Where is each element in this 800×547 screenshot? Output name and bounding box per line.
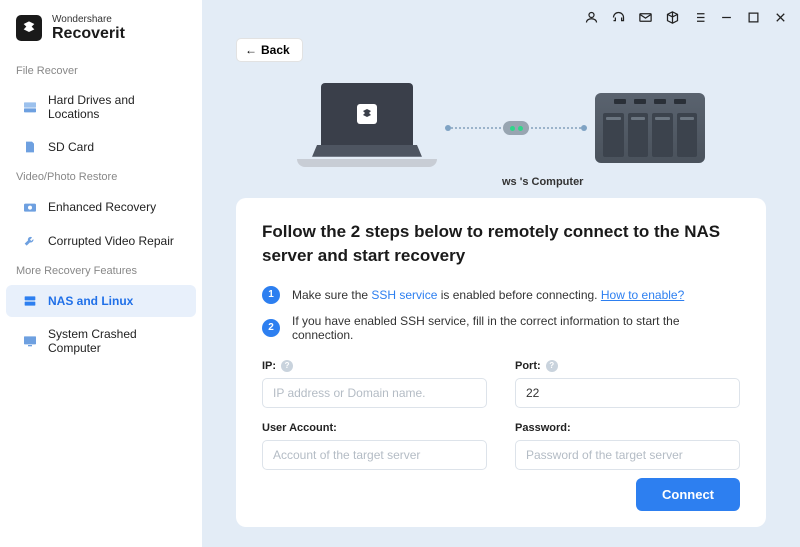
titlebar: [584, 0, 800, 28]
sidebar-item-label: Hard Drives and Locations: [48, 93, 180, 121]
step-2-text: If you have enabled SSH service, fill in…: [292, 314, 740, 342]
drive-icon: [22, 99, 38, 115]
arrow-left-icon: ←: [245, 43, 257, 57]
close-icon[interactable]: [773, 10, 788, 25]
panel-title: Follow the 2 steps below to remotely con…: [262, 220, 740, 268]
how-to-enable-link[interactable]: How to enable?: [601, 288, 684, 302]
sidebar-item-label: System Crashed Computer: [48, 327, 180, 355]
brand-logo-icon: [16, 15, 42, 41]
back-label: Back: [261, 43, 290, 57]
step-number-icon: 2: [262, 319, 280, 337]
nas-graphic: [595, 93, 705, 163]
connect-button[interactable]: Connect: [636, 478, 740, 511]
minimize-icon[interactable]: [719, 10, 734, 25]
sd-card-icon: [22, 139, 38, 155]
camera-icon: [22, 199, 38, 215]
sidebar-item-hard-drives[interactable]: Hard Drives and Locations: [6, 85, 196, 129]
port-label: Port:?: [515, 360, 740, 372]
sidebar-item-nas-linux[interactable]: NAS and Linux: [6, 285, 196, 317]
brand-text: Wondershare Recoverit: [52, 14, 125, 43]
ip-label: IP:?: [262, 360, 487, 372]
sidebar-item-label: Corrupted Video Repair: [48, 234, 174, 248]
port-input[interactable]: [515, 378, 740, 408]
sidebar-item-corrupted-video[interactable]: Corrupted Video Repair: [6, 225, 196, 257]
sidebar-item-enhanced-recovery[interactable]: Enhanced Recovery: [6, 191, 196, 223]
sidebar-item-label: NAS and Linux: [48, 294, 133, 308]
section-video-restore: Video/Photo Restore: [0, 165, 202, 191]
cube-icon[interactable]: [665, 10, 680, 25]
step-1: 1 Make sure the SSH service is enabled b…: [262, 286, 740, 304]
password-label: Password:: [515, 422, 740, 434]
help-icon[interactable]: ?: [546, 360, 558, 372]
illustration: [202, 68, 800, 188]
brand-bottom: Recoverit: [52, 25, 125, 43]
monitor-icon: [22, 333, 38, 349]
back-button[interactable]: ← Back: [236, 38, 303, 62]
connection-line: [451, 127, 581, 129]
form-grid: IP:? Port:? User Account: Password:: [262, 360, 740, 470]
step-1-text: Make sure the SSH service is enabled bef…: [292, 288, 684, 302]
connection-pill-icon: [503, 121, 529, 135]
sidebar-item-system-crashed[interactable]: System Crashed Computer: [6, 319, 196, 363]
logo-area: Wondershare Recoverit: [0, 0, 202, 59]
mail-icon[interactable]: [638, 10, 653, 25]
ssh-service-link[interactable]: SSH service: [371, 288, 437, 302]
user-icon[interactable]: [584, 10, 599, 25]
section-file-recover: File Recover: [0, 59, 202, 85]
brand-top: Wondershare: [52, 14, 125, 25]
form-panel: Follow the 2 steps below to remotely con…: [236, 198, 766, 527]
sidebar-item-label: Enhanced Recovery: [48, 200, 156, 214]
step-number-icon: 1: [262, 286, 280, 304]
wrench-icon: [22, 233, 38, 249]
sidebar: Wondershare Recoverit File Recover Hard …: [0, 0, 202, 547]
sidebar-item-label: SD Card: [48, 140, 94, 154]
ip-input[interactable]: [262, 378, 487, 408]
step-2: 2 If you have enabled SSH service, fill …: [262, 314, 740, 342]
server-icon: [22, 293, 38, 309]
list-icon[interactable]: [692, 10, 707, 25]
user-input[interactable]: [262, 440, 487, 470]
maximize-icon[interactable]: [746, 10, 761, 25]
headset-icon[interactable]: [611, 10, 626, 25]
sidebar-item-sd-card[interactable]: SD Card: [6, 131, 196, 163]
computer-label: ws 's Computer: [502, 176, 583, 188]
user-label: User Account:: [262, 422, 487, 434]
main-area: ← Back ws 's Computer Follow the 2 steps…: [202, 0, 800, 547]
help-icon[interactable]: ?: [281, 360, 293, 372]
password-input[interactable]: [515, 440, 740, 470]
laptop-graphic: [297, 83, 437, 173]
section-more-features: More Recovery Features: [0, 259, 202, 285]
